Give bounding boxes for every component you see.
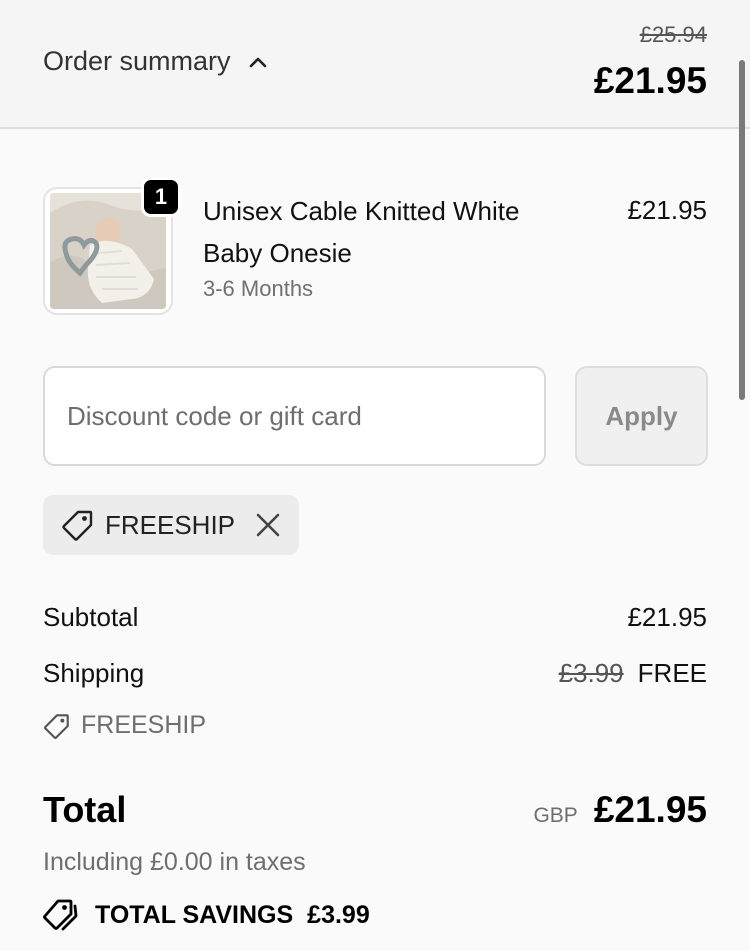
product-price: £21.95 [627,195,707,225]
quantity-badge: 1 [141,177,181,217]
applied-discount-chip: FREESHIP [43,495,299,555]
order-summary-label: Order summary [43,46,231,76]
scrollbar[interactable] [739,60,745,400]
total-value-group: GBP £21.95 [533,789,707,831]
shipping-value: FREE [637,658,707,688]
subtotal-label: Subtotal [43,602,139,632]
shipping-original-price: £3.99 [558,658,624,688]
close-icon[interactable] [255,512,281,538]
subtotal-value: £21.95 [627,602,707,632]
shipping-discount-code: FREESHIP [43,711,206,740]
savings-label: TOTAL SAVINGS [95,900,294,929]
product-variant: 3-6 Months [203,276,314,301]
original-total: £25.94 [639,22,707,47]
currency-code: GBP [533,804,578,827]
tag-icon [43,713,69,739]
order-summary-header: Order summary £25.94 £21.95 [0,0,750,129]
chevron-up-icon [249,57,266,67]
apply-discount-button[interactable]: Apply [575,366,708,466]
total-label: Total [43,789,127,830]
order-summary-toggle[interactable]: Order summary [43,46,267,77]
tags-icon [43,899,78,931]
savings-amount: £3.99 [307,900,370,929]
discount-code-input[interactable] [43,366,546,466]
product-name: Unisex Cable Knitted White Baby Onesie [203,196,520,268]
shipping-code-label: FREESHIP [81,711,207,739]
total-savings: TOTAL SAVINGS £3.99 [43,898,370,932]
applied-discount-code: FREESHIP [105,509,236,540]
taxes-note: Including £0.00 in taxes [43,848,306,876]
tag-icon [62,510,93,541]
total-amount: £21.95 [593,789,707,830]
shipping-value-group: £3.99 FREE [559,658,707,689]
shipping-label: Shipping [43,658,145,688]
current-total: £21.95 [593,60,707,101]
